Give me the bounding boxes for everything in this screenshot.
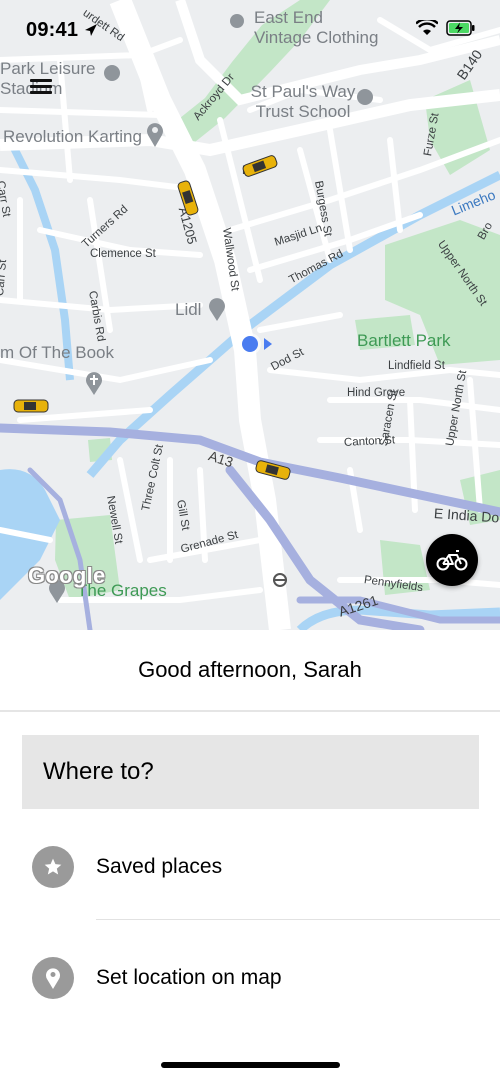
bike-mode-button[interactable] — [426, 534, 478, 586]
street-label: Clemence St — [90, 248, 156, 260]
set-location-on-map-button[interactable]: Set location on map — [0, 923, 500, 1033]
bicycle-icon — [436, 550, 468, 571]
place-kingdom-of-the-book[interactable]: m Of The Book — [0, 343, 114, 363]
list-divider — [96, 919, 500, 920]
place-revolution-karting[interactable]: Revolution Karting — [3, 127, 142, 147]
set-location-icon-circle — [32, 957, 74, 999]
status-bar: 09:41 — [0, 0, 500, 58]
bottom-sheet: Good afternoon, Sarah Where to? Saved pl… — [0, 630, 500, 1080]
home-indicator[interactable] — [161, 1062, 340, 1068]
church-pin-icon — [86, 372, 102, 395]
hamburger-icon — [30, 79, 58, 94]
battery-charging-icon — [446, 20, 475, 36]
street-label: Lindfield St — [388, 360, 445, 372]
place-pin-icon — [147, 123, 163, 147]
where-to-input[interactable]: Where to? — [22, 735, 479, 809]
google-attribution[interactable]: Google — [28, 563, 106, 589]
navigation-arrow-icon — [264, 338, 272, 350]
greeting-text: Good afternoon, Sarah — [0, 630, 500, 712]
place-lidl[interactable]: Lidl — [175, 300, 201, 320]
stadium-pin-icon — [104, 65, 120, 81]
place-st-pauls-way[interactable]: St Paul's Way Trust School — [248, 82, 358, 123]
status-time: 09:41 — [26, 19, 98, 42]
user-location-marker — [239, 333, 272, 355]
station-icon — [273, 573, 287, 587]
car-icon — [13, 399, 49, 413]
star-icon — [44, 858, 62, 875]
saved-places-label: Saved places — [96, 855, 223, 878]
map-view[interactable]: East End Vintage Clothing Park Leisure S… — [0, 0, 500, 630]
menu-button[interactable] — [30, 76, 58, 100]
shop-pin-icon — [209, 298, 225, 321]
set-location-label: Set location on map — [96, 966, 282, 989]
saved-places-button[interactable]: Saved places — [0, 812, 500, 922]
map-pin-icon — [46, 968, 60, 989]
place-bartlett-park[interactable]: Bartlett Park — [357, 331, 451, 351]
saved-places-icon-circle — [32, 846, 74, 888]
wifi-icon — [416, 20, 438, 35]
location-services-icon — [84, 24, 97, 36]
school-pin-icon — [357, 89, 373, 105]
